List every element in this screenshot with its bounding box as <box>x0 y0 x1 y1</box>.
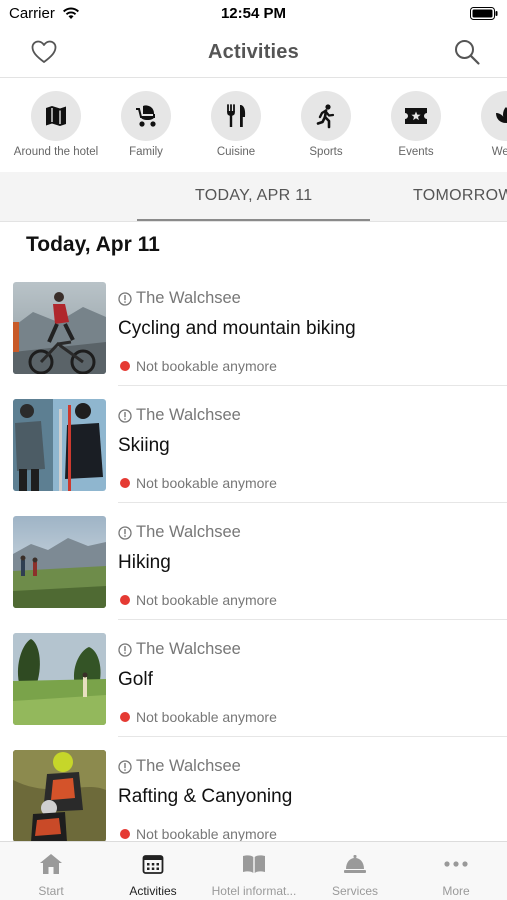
list-item[interactable]: The Walchsee Hiking Not bookable anymore <box>0 498 507 620</box>
activity-status: Not bookable anymore <box>136 358 277 374</box>
stroller-icon <box>136 105 156 127</box>
ticket-icon <box>405 108 427 124</box>
activity-status: Not bookable anymore <box>136 592 277 608</box>
category-cuisine[interactable]: Cuisine <box>191 91 281 158</box>
tab-label: Start <box>38 884 64 898</box>
list-item[interactable]: The Walchsee Cycling and mountain biking… <box>0 264 507 386</box>
status-dot <box>120 829 130 839</box>
info-icon <box>118 408 132 423</box>
running-icon <box>316 104 335 129</box>
activity-name: Hiking <box>118 552 171 573</box>
page-title: Activities <box>208 41 299 63</box>
activity-list[interactable]: The Walchsee Cycling and mountain biking… <box>0 264 507 841</box>
tab-activities[interactable]: Activities <box>102 852 204 898</box>
info-icon <box>118 642 132 657</box>
clock: 12:54 PM <box>220 5 287 22</box>
tab-label: Activities <box>129 884 177 898</box>
tab-services[interactable]: Services <box>304 852 406 898</box>
tab-label: Services <box>331 884 378 898</box>
lotus-icon <box>496 107 507 123</box>
bottom-tab-bar: Start Activities Hotel informat... Servi… <box>0 841 507 900</box>
tab-label: More <box>442 884 470 898</box>
info-icon <box>118 291 132 306</box>
home-icon <box>40 854 62 874</box>
status-dot <box>120 712 130 722</box>
activity-location: The Walchsee <box>136 523 241 541</box>
activity-thumbnail <box>13 750 106 841</box>
category-label: Sports <box>309 146 343 158</box>
category-events[interactable]: Events <box>371 91 461 158</box>
tab-more[interactable]: More <box>405 852 507 898</box>
status-row: Not bookable anymore <box>120 475 277 491</box>
category-sports[interactable]: Sports <box>281 91 371 158</box>
category-wellness[interactable]: Welln <box>461 91 507 158</box>
activity-thumbnail <box>13 633 106 725</box>
location-row: The Walchsee <box>118 757 241 776</box>
activity-name: Skiing <box>118 435 170 456</box>
nav-header: Activities <box>0 28 507 78</box>
category-label: Welln <box>491 146 507 158</box>
status-row: Not bookable anymore <box>120 592 277 608</box>
search-icon[interactable] <box>453 38 481 66</box>
tab-today[interactable]: TODAY, APR 11 <box>195 187 312 205</box>
list-item[interactable]: The Walchsee Skiing Not bookable anymore <box>0 381 507 503</box>
activity-name: Rafting & Canyoning <box>118 786 293 807</box>
map-icon <box>46 106 66 126</box>
category-family[interactable]: Family <box>101 91 191 158</box>
activity-location: The Walchsee <box>136 289 241 307</box>
battery-icon <box>470 7 498 20</box>
location-row: The Walchsee <box>118 289 241 308</box>
info-icon <box>118 759 132 774</box>
section-title: Today, Apr 11 <box>26 233 160 256</box>
category-label: Events <box>398 146 434 158</box>
tab-hotel-information[interactable]: Hotel informat... <box>203 852 305 898</box>
category-around-the-hotel[interactable]: Around the hotel <box>11 91 101 158</box>
activity-status: Not bookable anymore <box>136 826 277 841</box>
location-row: The Walchsee <box>118 406 241 425</box>
category-label: Around the hotel <box>13 146 99 158</box>
activity-thumbnail <box>13 516 106 608</box>
activity-location: The Walchsee <box>136 757 241 775</box>
list-item[interactable]: The Walchsee Rafting & Canyoning Not boo… <box>0 732 507 841</box>
book-icon <box>243 855 265 873</box>
status-row: Not bookable anymore <box>120 358 277 374</box>
status-dot <box>120 361 130 371</box>
activity-location: The Walchsee <box>136 406 241 424</box>
activity-thumbnail <box>13 399 106 491</box>
status-dot <box>120 595 130 605</box>
activity-location: The Walchsee <box>136 640 241 658</box>
category-label: Cuisine <box>216 146 256 158</box>
tab-start[interactable]: Start <box>0 852 102 898</box>
info-icon <box>118 525 132 540</box>
day-tabs: TODAY, APR 11 TOMORROW <box>0 172 507 222</box>
category-scroller[interactable]: Around the hotel Family Cuisine Sports E… <box>0 79 507 172</box>
status-dot <box>120 478 130 488</box>
location-row: The Walchsee <box>118 523 241 542</box>
activity-thumbnail <box>13 282 106 374</box>
activity-status: Not bookable anymore <box>136 475 277 491</box>
activity-name: Golf <box>118 669 153 690</box>
tab-tomorrow[interactable]: TOMORROW <box>413 187 507 205</box>
selected-tab-indicator <box>137 219 370 221</box>
cutlery-icon <box>227 104 246 127</box>
more-icon <box>444 861 468 867</box>
bell-icon <box>344 855 366 873</box>
tab-label: Hotel informat... <box>211 884 297 898</box>
status-bar: Carrier 12:54 PM <box>0 0 507 28</box>
calendar-icon <box>142 855 164 874</box>
location-row: The Walchsee <box>118 640 241 659</box>
status-row: Not bookable anymore <box>120 709 277 725</box>
activity-name: Cycling and mountain biking <box>118 318 356 339</box>
activity-status: Not bookable anymore <box>136 709 277 725</box>
category-label: Family <box>129 146 163 158</box>
list-item[interactable]: The Walchsee Golf Not bookable anymore <box>0 615 507 737</box>
status-row: Not bookable anymore <box>120 826 277 841</box>
